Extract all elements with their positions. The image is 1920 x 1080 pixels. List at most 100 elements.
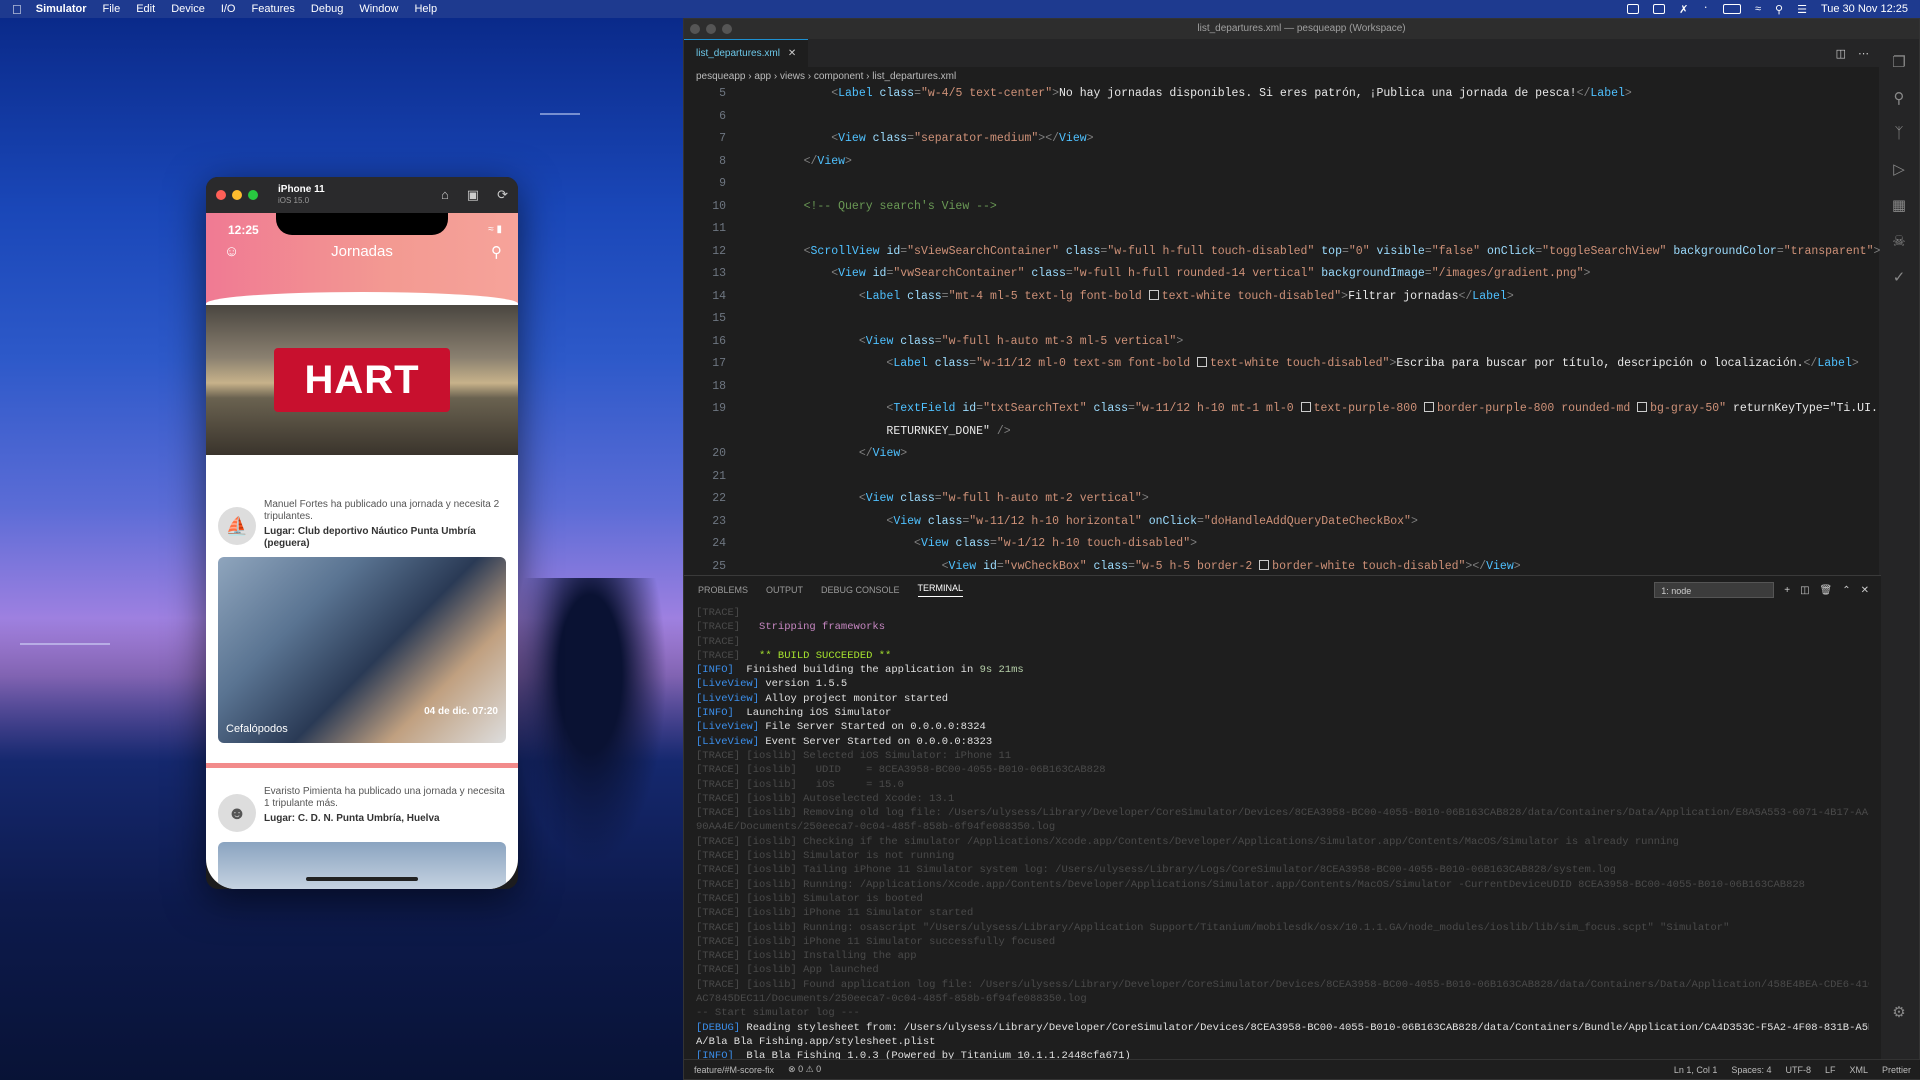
terminal-line: [TRACE] [ioslib] Simulator is not runnin… [696,850,955,863]
code-line[interactable]: 6 [684,110,1881,133]
menu-debug[interactable]: Debug [311,3,343,15]
breadcrumb-item[interactable]: views [780,71,805,82]
home-icon[interactable]: ⌂ [441,187,449,203]
code-line[interactable]: 9 [684,177,1881,200]
zoom-button[interactable] [722,24,732,34]
minimize-button[interactable] [706,24,716,34]
breadcrumb-item[interactable]: component [814,71,863,82]
code-line[interactable]: 13 <View id="vwSearchContainer" class="w… [684,267,1881,290]
apple-icon[interactable]:  [12,2,22,17]
language-mode[interactable]: XML [1849,1065,1868,1075]
tab-problems[interactable]: PROBLEMS [698,585,748,595]
close-panel-icon[interactable]: ✕ [1861,585,1869,596]
line-ending[interactable]: LF [1825,1065,1836,1075]
tab-debug-console[interactable]: DEBUG CONSOLE [821,585,900,595]
terminal-output[interactable]: [TRACE] [TRACE] Stripping frameworks [TRAC… [684,604,1881,1066]
code-line[interactable]: 15 [684,312,1881,335]
trash-icon[interactable]: 🗑 [1820,585,1833,596]
git-branch[interactable]: feature/#M-score-fix [694,1065,774,1075]
indentation[interactable]: Spaces: 4 [1731,1065,1771,1075]
activity-bar: ❐ ⚲ ᛉ ▷ ▦ ☠ ✓ ⚙ [1879,39,1919,1061]
menu-file[interactable]: File [102,3,120,15]
vscode-window: list_departures.xml — pesqueapp (Workspa… [683,18,1920,1080]
search-icon[interactable]: ⚲ [1894,89,1905,107]
code-line[interactable]: 19 <TextField id="txtSearchText" class="… [684,402,1881,425]
post-image[interactable]: 04 de dic. 07:20 Cefalópodos [218,557,506,743]
search-icon[interactable]: ⚲ [491,243,502,261]
remote-icon[interactable]: ☠ [1892,232,1905,250]
list-item[interactable]: ☻ Evaristo Pimienta ha publicado una jor… [206,768,518,889]
display-icon[interactable] [1653,4,1666,14]
tab-terminal[interactable]: TERMINAL [917,583,964,597]
code-line[interactable]: RETURNKEY_DONE" /> [684,425,1881,448]
minimize-button[interactable] [232,190,242,200]
tab-output[interactable]: OUTPUT [766,585,803,595]
mute-icon[interactable]: ✗ [1679,3,1688,16]
close-icon[interactable]: ✕ [788,48,796,59]
code-line[interactable]: 20 </View> [684,447,1881,470]
tab-list-departures[interactable]: list_departures.xml ✕ [684,39,809,67]
control-center-icon[interactable]: ☰ [1797,3,1807,16]
code-line[interactable]: 16 <View class="w-full h-auto mt-3 ml-5 … [684,335,1881,358]
code-line[interactable]: 12 <ScrollView id="sViewSearchContainer"… [684,245,1881,268]
menu-features[interactable]: Features [251,3,294,15]
menu-edit[interactable]: Edit [136,3,155,15]
battery-icon[interactable] [1722,4,1741,14]
code-line[interactable]: 18 [684,380,1881,403]
code-line[interactable]: 22 <View class="w-full h-auto mt-2 verti… [684,492,1881,515]
settings-gear-icon[interactable]: ⚙ [1892,1003,1905,1021]
breadcrumb-item[interactable]: pesqueapp [696,71,746,82]
menu-help[interactable]: Help [414,3,437,15]
code-line[interactable]: 21 [684,470,1881,493]
split-terminal-icon[interactable]: ◫ [1800,585,1809,596]
code-line[interactable]: 10 <!-- Query search's View --> [684,200,1881,223]
device-name: iPhone 11 iOS 15.0 [278,184,325,205]
code-line[interactable]: 23 <View class="w-11/12 h-10 horizontal"… [684,515,1881,538]
extensions-icon[interactable]: ▦ [1892,196,1906,214]
menu-window[interactable]: Window [359,3,398,15]
code-line[interactable]: 11 [684,222,1881,245]
new-terminal-icon[interactable]: + [1784,585,1790,596]
code-line[interactable]: 7 <View class="separator-medium"></View> [684,132,1881,155]
more-actions-icon[interactable]: ⋯ [1858,47,1869,60]
code-line[interactable]: 8 </View> [684,155,1881,178]
search-icon[interactable]: ⚲ [1775,3,1783,16]
post-image[interactable] [218,842,506,889]
cursor-position[interactable]: Ln 1, Col 1 [1674,1065,1718,1075]
code-editor[interactable]: 5 <Label class="w-4/5 text-center">No ha… [684,87,1881,575]
checkmark-icon[interactable]: ✓ [1893,268,1906,286]
menu-clock[interactable]: Tue 30 Nov 12:25 [1821,3,1908,15]
menu-app-name[interactable]: Simulator [36,3,87,15]
list-item[interactable]: ⛵ Manuel Fortes ha publicado una jornada… [206,455,518,743]
terminal-line: [INFO] Finished building the application… [696,664,1024,677]
close-button[interactable] [216,190,226,200]
menu-device[interactable]: Device [171,3,205,15]
menu-io[interactable]: I/O [221,3,236,15]
source-control-icon[interactable]: ᛉ [1894,125,1903,142]
code-line[interactable]: 24 <View class="w-1/12 h-10 touch-disabl… [684,537,1881,560]
wifi-icon[interactable]: ≈ [1755,3,1761,15]
code-line[interactable]: 17 <Label class="w-11/12 ml-0 text-sm fo… [684,357,1881,380]
terminal-select[interactable]: 1: node [1654,582,1775,598]
clipboard-icon[interactable] [1627,4,1640,14]
prettier-status[interactable]: Prettier [1882,1065,1911,1075]
problems-count[interactable]: ⊗ 0 ⚠ 0 [788,1064,821,1075]
home-indicator[interactable] [306,877,418,881]
bluetooth-icon[interactable]: ᛫ [1702,3,1709,15]
split-editor-icon[interactable]: ◫ [1836,47,1846,60]
close-button[interactable] [690,24,700,34]
screenshot-icon[interactable]: ▣ [467,187,479,203]
breadcrumb-item[interactable]: app [754,71,771,82]
code-line[interactable]: 25 <View id="vwCheckBox" class="w-5 h-5 … [684,559,1881,576]
code-line[interactable]: 14 <Label class="mt-4 ml-5 text-lg font-… [684,289,1881,313]
terminal-line: [TRACE] [ioslib] App launched [696,964,879,977]
zoom-button[interactable] [248,190,258,200]
code-line[interactable]: 5 <Label class="w-4/5 text-center">No ha… [684,87,1881,110]
rotate-icon[interactable]: ⟳ [497,187,508,203]
encoding[interactable]: UTF-8 [1785,1065,1811,1075]
maximize-panel-icon[interactable]: ⌃ [1842,585,1850,596]
explorer-icon[interactable]: ❐ [1892,53,1905,71]
breadcrumb-item[interactable]: list_departures.xml [872,71,956,82]
run-debug-icon[interactable]: ▷ [1893,160,1905,178]
